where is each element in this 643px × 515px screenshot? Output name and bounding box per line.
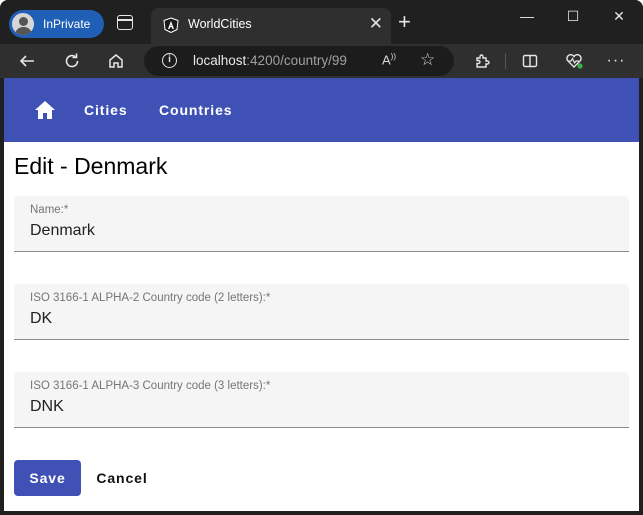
minimize-icon[interactable]: — bbox=[504, 8, 550, 24]
iso3-field-value[interactable]: DNK bbox=[30, 398, 64, 416]
read-aloud-icon[interactable]: A)) bbox=[382, 52, 396, 67]
tab-actions-icon[interactable] bbox=[117, 15, 133, 30]
home-browser-icon[interactable] bbox=[104, 49, 128, 73]
tab-strip: InPrivate WorldCities ✕ + — ☐ ✕ bbox=[0, 0, 643, 44]
iso2-field-label: ISO 3166-1 ALPHA-2 Country code (2 lette… bbox=[30, 292, 271, 304]
tab-close-icon[interactable]: ✕ bbox=[369, 15, 383, 32]
url-path: :4200/country/99 bbox=[246, 53, 347, 68]
favorite-star-icon[interactable]: ☆ bbox=[420, 50, 435, 70]
page-content: Cities Countries Edit - Denmark Name:* D… bbox=[4, 78, 639, 511]
back-icon[interactable] bbox=[15, 49, 39, 73]
iso2-field-value[interactable]: DK bbox=[30, 310, 52, 328]
site-info-icon[interactable]: i bbox=[162, 53, 177, 68]
maximize-icon[interactable]: ☐ bbox=[550, 8, 596, 25]
toolbar-divider bbox=[505, 53, 506, 69]
nav-link-cities[interactable]: Cities bbox=[84, 102, 128, 118]
browser-window: InPrivate WorldCities ✕ + — ☐ ✕ i localh… bbox=[0, 0, 643, 515]
iso3-field-label: ISO 3166-1 ALPHA-3 Country code (3 lette… bbox=[30, 380, 271, 392]
more-options-icon[interactable]: ··· bbox=[604, 49, 628, 73]
tab-worldcities[interactable]: WorldCities ✕ bbox=[151, 8, 391, 44]
refresh-icon[interactable] bbox=[60, 49, 84, 73]
angular-favicon-icon bbox=[163, 17, 179, 33]
iso2-field[interactable]: ISO 3166-1 ALPHA-2 Country code (2 lette… bbox=[14, 284, 629, 340]
inprivate-label: InPrivate bbox=[43, 17, 91, 31]
extensions-icon[interactable] bbox=[470, 49, 494, 73]
split-screen-icon[interactable] bbox=[518, 49, 542, 73]
url-text[interactable]: localhost:4200/country/99 bbox=[193, 53, 347, 68]
nav-link-countries[interactable]: Countries bbox=[159, 102, 232, 118]
address-bar[interactable]: i localhost:4200/country/99 A)) ☆ bbox=[144, 46, 454, 76]
new-tab-icon[interactable]: + bbox=[398, 11, 411, 33]
name-field-label: Name:* bbox=[30, 204, 69, 216]
iso3-field[interactable]: ISO 3166-1 ALPHA-3 Country code (3 lette… bbox=[14, 372, 629, 428]
inprivate-profile-button[interactable]: InPrivate bbox=[9, 10, 104, 38]
url-host: localhost bbox=[193, 53, 247, 68]
home-icon[interactable] bbox=[34, 100, 56, 120]
browser-essentials-icon[interactable] bbox=[562, 49, 586, 73]
app-toolbar: Cities Countries bbox=[4, 78, 639, 142]
cancel-button[interactable]: Cancel bbox=[86, 460, 158, 496]
name-field[interactable]: Name:* Denmark bbox=[14, 196, 629, 252]
tab-title: WorldCities bbox=[188, 17, 252, 31]
page-title: Edit - Denmark bbox=[14, 153, 168, 179]
address-bar-row: i localhost:4200/country/99 A)) ☆ ··· bbox=[0, 44, 643, 78]
close-window-icon[interactable]: ✕ bbox=[596, 8, 642, 25]
name-field-value[interactable]: Denmark bbox=[30, 222, 95, 240]
save-button[interactable]: Save bbox=[14, 460, 81, 496]
avatar-icon bbox=[10, 11, 36, 37]
